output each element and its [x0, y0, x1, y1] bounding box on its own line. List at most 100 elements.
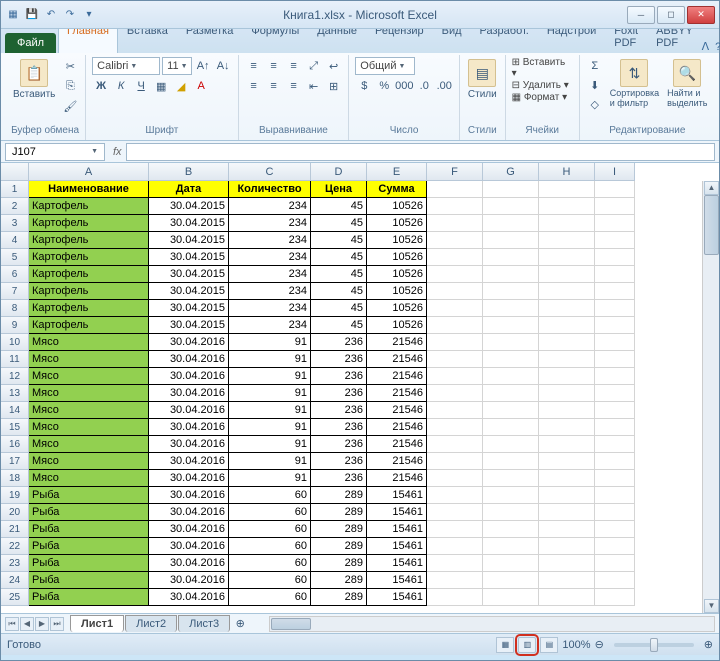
cell[interactable] [483, 521, 539, 538]
cell[interactable] [539, 317, 595, 334]
cell[interactable] [595, 181, 635, 198]
cell[interactable]: 30.04.2016 [149, 555, 229, 572]
cell[interactable] [483, 436, 539, 453]
cell[interactable] [539, 232, 595, 249]
row-header[interactable]: 21 [1, 521, 29, 538]
cell[interactable] [483, 317, 539, 334]
qat-more-icon[interactable]: ▾ [81, 7, 97, 23]
cell[interactable]: 15461 [367, 504, 427, 521]
cell[interactable] [595, 334, 635, 351]
cell[interactable] [539, 402, 595, 419]
cell[interactable] [539, 572, 595, 589]
cell[interactable]: 91 [229, 436, 311, 453]
row-header[interactable]: 4 [1, 232, 29, 249]
row-header[interactable]: 6 [1, 266, 29, 283]
cell[interactable] [427, 351, 483, 368]
cell[interactable]: Дата [149, 181, 229, 198]
orientation-icon[interactable]: ⤢ [305, 57, 323, 75]
cell[interactable]: 30.04.2015 [149, 266, 229, 283]
cell[interactable]: 45 [311, 198, 367, 215]
cell[interactable]: 30.04.2016 [149, 334, 229, 351]
paste-button[interactable]: 📋 Вставить [11, 57, 57, 102]
cell[interactable]: Картофель [29, 198, 149, 215]
italic-icon[interactable]: К [112, 77, 130, 95]
cell[interactable] [595, 453, 635, 470]
cell[interactable]: 236 [311, 334, 367, 351]
styles-button[interactable]: ▤Стили [466, 57, 499, 102]
row-header[interactable]: 14 [1, 402, 29, 419]
cell[interactable] [595, 232, 635, 249]
col-header-F[interactable]: F [427, 163, 483, 181]
col-header-I[interactable]: I [595, 163, 635, 181]
cell[interactable]: 15461 [367, 555, 427, 572]
help-icon[interactable]: ? [715, 41, 720, 53]
cell[interactable] [483, 538, 539, 555]
cell[interactable] [483, 300, 539, 317]
cell[interactable]: 30.04.2016 [149, 572, 229, 589]
cell[interactable] [483, 283, 539, 300]
cell[interactable] [595, 470, 635, 487]
cell[interactable] [539, 181, 595, 198]
cell[interactable]: 30.04.2016 [149, 470, 229, 487]
cell[interactable]: 30.04.2016 [149, 521, 229, 538]
cell[interactable] [427, 334, 483, 351]
col-header-G[interactable]: G [483, 163, 539, 181]
cell[interactable]: 30.04.2015 [149, 215, 229, 232]
cell[interactable] [483, 385, 539, 402]
find-select-button[interactable]: 🔍Найти и выделить [665, 57, 709, 111]
cell[interactable]: Рыба [29, 487, 149, 504]
cell[interactable] [427, 249, 483, 266]
cell[interactable]: Рыба [29, 521, 149, 538]
cell[interactable]: 60 [229, 487, 311, 504]
cell[interactable] [539, 589, 595, 606]
cell[interactable] [595, 402, 635, 419]
decrease-font-icon[interactable]: A↓ [214, 57, 232, 75]
cell[interactable]: 30.04.2016 [149, 419, 229, 436]
cell[interactable]: 91 [229, 402, 311, 419]
fill-icon[interactable]: ⬇ [586, 76, 604, 94]
align-center-icon[interactable]: ≡ [265, 77, 283, 95]
page-layout-view-button[interactable]: ▥ [518, 637, 536, 653]
cell[interactable]: 289 [311, 521, 367, 538]
cell[interactable] [539, 266, 595, 283]
cell[interactable] [539, 198, 595, 215]
row-header[interactable]: 24 [1, 572, 29, 589]
cell[interactable]: 10526 [367, 215, 427, 232]
currency-icon[interactable]: $ [355, 77, 373, 95]
align-bottom-icon[interactable]: ≡ [285, 57, 303, 75]
cell[interactable] [539, 385, 595, 402]
col-header-D[interactable]: D [311, 163, 367, 181]
indent-less-icon[interactable]: ⇤ [305, 77, 323, 95]
row-header[interactable]: 2 [1, 198, 29, 215]
number-format-select[interactable]: Общий▼ [355, 57, 415, 75]
cell[interactable] [483, 351, 539, 368]
font-size-select[interactable]: 11▼ [162, 57, 192, 75]
cell[interactable] [483, 589, 539, 606]
cell[interactable] [595, 300, 635, 317]
save-icon[interactable]: 💾 [24, 7, 40, 23]
cell[interactable] [595, 198, 635, 215]
cell[interactable]: 236 [311, 368, 367, 385]
cell[interactable]: 21546 [367, 436, 427, 453]
row-header[interactable]: 19 [1, 487, 29, 504]
cell[interactable]: 289 [311, 589, 367, 606]
zoom-in-icon[interactable]: ⊕ [704, 638, 713, 651]
cell[interactable]: 21546 [367, 385, 427, 402]
cell[interactable]: 289 [311, 487, 367, 504]
cell[interactable] [539, 504, 595, 521]
close-button[interactable]: ✕ [687, 6, 715, 24]
cell[interactable]: Картофель [29, 232, 149, 249]
cell[interactable]: Рыба [29, 555, 149, 572]
cell[interactable]: Мясо [29, 419, 149, 436]
cell[interactable]: 30.04.2016 [149, 402, 229, 419]
cell[interactable] [427, 538, 483, 555]
cell[interactable]: 10526 [367, 317, 427, 334]
cell[interactable]: Мясо [29, 436, 149, 453]
cell[interactable]: 91 [229, 453, 311, 470]
cell[interactable] [539, 368, 595, 385]
cell[interactable]: 45 [311, 283, 367, 300]
col-header-B[interactable]: B [149, 163, 229, 181]
cell[interactable] [427, 232, 483, 249]
vertical-scrollbar[interactable]: ▲ ▼ [702, 181, 719, 613]
cell[interactable] [427, 317, 483, 334]
